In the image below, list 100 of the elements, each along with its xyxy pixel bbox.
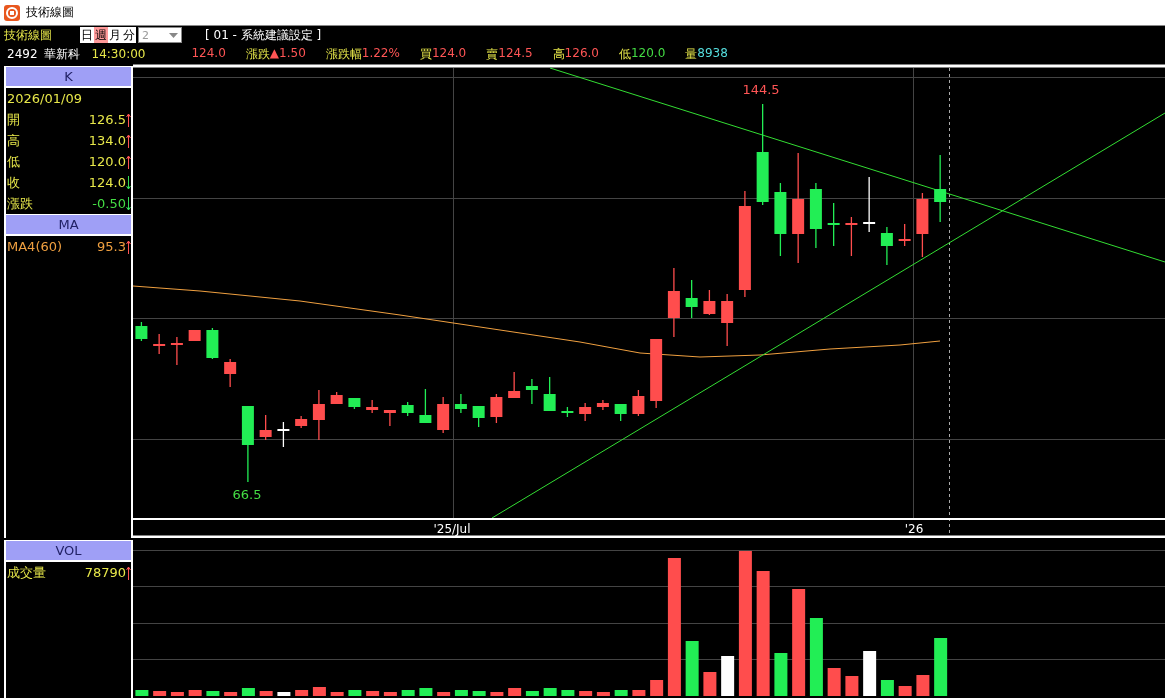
volume-bar <box>188 690 202 696</box>
volume-bar <box>543 688 557 696</box>
volume-bar <box>596 692 610 696</box>
stock-code: 2492 <box>7 47 38 61</box>
volume-bar <box>401 690 415 696</box>
axis-label: '25/Jul <box>433 522 471 536</box>
quote-label: 買 <box>419 45 432 63</box>
row-label: 低 <box>7 152 21 171</box>
toolbar-label: 技術線圖 <box>4 26 53 44</box>
row-label: 高 <box>7 131 21 150</box>
row-label: 收 <box>7 173 21 192</box>
volume-bar <box>721 656 735 696</box>
row-label: 開 <box>7 110 21 129</box>
candlestick <box>898 223 911 247</box>
row-value: 78790 <box>84 565 126 580</box>
period-tab[interactable]: 分 <box>122 27 136 43</box>
quote-label: 低 <box>618 45 631 63</box>
quote-value: 126.0 <box>564 45 599 62</box>
panel-header: VOL <box>6 540 131 562</box>
volume-bar <box>277 692 291 696</box>
volume-bar <box>241 688 255 696</box>
candlestick <box>667 267 680 338</box>
volume-bar <box>650 680 664 696</box>
volume-bar <box>224 692 238 696</box>
candlestick <box>454 393 467 414</box>
candlestick <box>596 399 609 411</box>
caret-icon <box>169 32 178 38</box>
volume-bar <box>206 691 220 696</box>
candlestick <box>472 405 485 428</box>
period-tab[interactable]: 週 <box>94 27 108 43</box>
candlestick <box>845 216 858 257</box>
quote-value: 124.0 <box>431 45 467 62</box>
quote-value: 124.5 <box>498 45 533 62</box>
candlestick <box>934 154 947 223</box>
window-title: 技術線圖 <box>26 4 74 21</box>
volume-bar <box>934 638 948 696</box>
row-label: MA4(60) <box>7 239 64 254</box>
volume-bar <box>579 691 593 696</box>
volume-bar <box>366 691 380 696</box>
candlestick <box>490 393 503 424</box>
low-price-label: 66.5 <box>232 487 262 502</box>
volume-bar <box>312 687 326 696</box>
volume-bar <box>295 690 309 696</box>
candlestick <box>401 401 414 417</box>
candlestick <box>366 399 379 414</box>
volume-bar <box>383 692 397 696</box>
candlestick <box>312 389 325 441</box>
quote-label: 漲跌幅 <box>325 45 362 63</box>
setting-label[interactable]: [ 01 - 系統建議設定 ] <box>205 26 322 44</box>
candlestick <box>135 321 148 342</box>
candlestick <box>703 289 716 316</box>
candlestick <box>561 406 574 418</box>
period-tab[interactable]: 日 <box>80 27 94 43</box>
volume-bar <box>774 653 788 696</box>
candlestick <box>579 402 592 422</box>
panel-header: MA <box>6 214 131 236</box>
volume-bar <box>561 690 575 696</box>
volume-bar <box>348 690 362 696</box>
volume-bar <box>330 692 344 696</box>
quote-value: 8938 <box>697 45 728 62</box>
period-tab[interactable]: 月 <box>108 27 122 43</box>
candlestick <box>170 336 183 366</box>
candlestick <box>632 389 645 417</box>
candlestick <box>295 415 308 429</box>
quote-value: 124.0 <box>191 45 226 62</box>
date-label: 2026/01/09 <box>6 90 83 108</box>
volume-bar <box>632 690 646 696</box>
volume-bar <box>614 690 628 696</box>
volume-bar <box>863 651 877 696</box>
quote-label: 量 <box>685 45 698 63</box>
candlestick <box>437 396 450 434</box>
volume-bar <box>135 690 149 696</box>
candlestick <box>685 279 698 319</box>
quote-time: 14:30:00 <box>91 47 146 61</box>
quote-label: 賣 <box>486 45 499 63</box>
volume-bar <box>490 692 504 696</box>
candlestick <box>224 358 237 388</box>
high-price-label: 144.5 <box>742 82 780 97</box>
row-value: 124.0 <box>88 175 126 190</box>
quote-value: ▲1.50 <box>269 45 306 62</box>
volume-bar <box>845 676 859 696</box>
quote-value: 1.22% <box>361 45 400 62</box>
volume-bar <box>259 691 273 696</box>
candlestick <box>206 327 219 360</box>
candlestick <box>419 388 432 424</box>
candlestick <box>543 376 556 412</box>
volume-bar <box>472 691 486 696</box>
candlestick <box>348 397 361 410</box>
quote-label: 高 <box>552 45 565 63</box>
candlestick <box>330 391 343 405</box>
axis-label: '26 <box>904 522 924 536</box>
candlestick <box>721 293 734 347</box>
volume-bar <box>437 692 451 696</box>
candlestick <box>277 421 290 448</box>
quote-label: 漲跌 <box>245 45 270 63</box>
candlestick <box>614 403 627 422</box>
candlestick <box>259 414 272 441</box>
row-label: 成交量 <box>7 563 47 582</box>
app-logo-icon <box>4 4 20 21</box>
row-value: 95.3 <box>97 239 126 254</box>
